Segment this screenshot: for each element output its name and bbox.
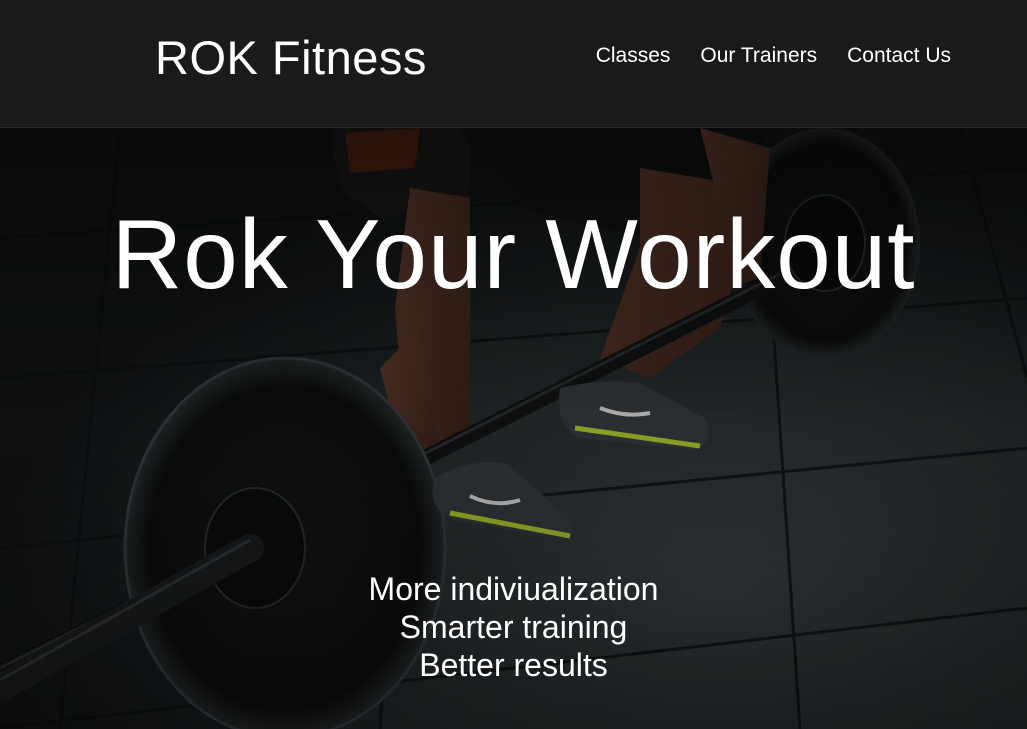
nav-link-our-trainers[interactable]: Our Trainers: [700, 44, 817, 68]
brand-logo-text[interactable]: ROK Fitness: [155, 30, 427, 85]
tagline-item: Better results: [419, 647, 608, 683]
main-nav: Classes Our Trainers Contact Us: [596, 44, 951, 68]
site-header: ROK Fitness Classes Our Trainers Contact…: [0, 0, 1027, 127]
hero-section: Rok Your Workout More indiviualization S…: [0, 127, 1027, 729]
nav-link-contact-us[interactable]: Contact Us: [847, 44, 951, 68]
nav-link-classes[interactable]: Classes: [596, 44, 671, 68]
tagline-item: More indiviualization: [368, 571, 659, 607]
tagline-item: Smarter training: [399, 609, 628, 645]
hero-taglines: More indiviualization Smarter training B…: [0, 570, 1027, 684]
hero-title: Rok Your Workout: [111, 199, 916, 309]
